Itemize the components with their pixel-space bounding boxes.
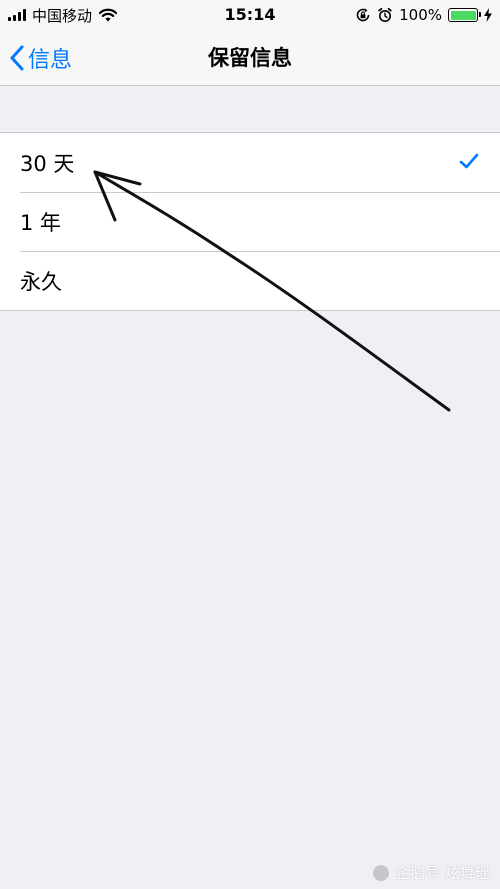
- alarm-icon: [378, 7, 392, 22]
- watermark: 企鹅号 炫舞瑶: [373, 862, 490, 883]
- checkmark-icon: [459, 153, 479, 169]
- battery-fill: [450, 10, 476, 20]
- option-label: 30 天: [20, 151, 75, 176]
- nav-bar: 信息 保留信息: [0, 30, 500, 86]
- penguin-logo-icon: [373, 864, 390, 881]
- page-title: 保留信息: [208, 46, 292, 70]
- rotation-lock-icon: [356, 8, 370, 22]
- option-label: 1 年: [20, 210, 62, 235]
- status-right: 100%: [355, 5, 492, 25]
- option-label: 永久: [20, 269, 62, 294]
- retention-options-list: 30 天 1 年 永久: [0, 132, 500, 311]
- battery-percent: 100%: [399, 6, 442, 24]
- battery-icon: [448, 8, 481, 22]
- status-bar: 中国移动 15:14 100%: [0, 0, 500, 30]
- charging-icon: [484, 8, 492, 22]
- watermark-text: 企鹅号 炫舞瑶: [395, 864, 490, 882]
- option-forever[interactable]: 永久: [0, 251, 500, 310]
- option-1-year[interactable]: 1 年: [0, 192, 500, 251]
- option-30-days[interactable]: 30 天: [0, 133, 500, 192]
